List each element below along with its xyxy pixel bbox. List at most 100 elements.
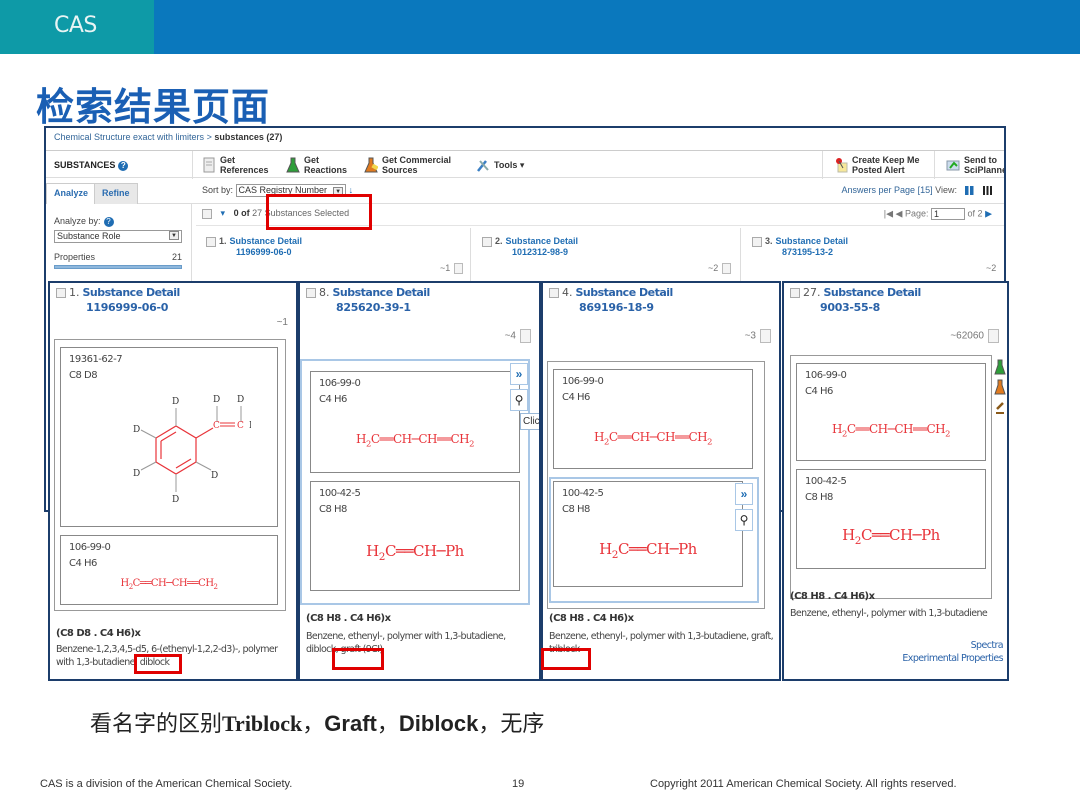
page-input[interactable]: 1: [931, 208, 966, 220]
get-commercial-sources-button[interactable]: Get Commercial Sources: [364, 154, 451, 176]
substance-detail-link[interactable]: Substance Detail: [776, 236, 849, 246]
prev-page-icon[interactable]: ◀: [896, 208, 903, 218]
svg-text:D: D: [172, 397, 179, 407]
pager: |◀ ◀ Page: 1 of 2 ▶: [883, 208, 992, 220]
component-structure[interactable]: 106-99-0 C4 H6 H2C══CH─CH══CH2: [553, 369, 753, 469]
magnifier-icon[interactable]: ⚲: [510, 389, 528, 411]
component-structure[interactable]: 106-99-0 C4 H6 H2C══CH─CH══CH2: [60, 535, 278, 605]
substance-card-1: 1. Substance Detail 1196999-06-0 ~1 19361…: [48, 281, 298, 681]
component-structure[interactable]: 100-42-5 C8 H8 H2C══CH─Ph: [310, 481, 520, 591]
view-three-column-icon[interactable]: [983, 186, 992, 196]
cas-number[interactable]: 1196999-06-0: [86, 301, 180, 314]
toolbar: SUBSTANCES? Get References Get Reactions G…: [46, 150, 1004, 179]
tab-analyze[interactable]: Analyze: [46, 183, 97, 204]
reference-count: ~4: [505, 329, 531, 343]
commercial-sources-icon[interactable]: [994, 379, 1006, 395]
result-checkbox[interactable]: [482, 236, 492, 247]
select-all-checkbox[interactable]: [202, 208, 212, 219]
view-two-column-icon[interactable]: [965, 186, 974, 196]
card-header: 1. Substance Detail 1196999-06-0: [56, 286, 180, 314]
help-icon[interactable]: ?: [103, 217, 114, 227]
cas-number[interactable]: 825620-39-1: [336, 301, 430, 314]
reference-count: ~62060: [950, 329, 999, 343]
card-header: 4. Substance Detail 869196-18-9: [549, 286, 673, 314]
substance-detail-link[interactable]: Substance Detail: [824, 286, 922, 299]
get-reactions-button[interactable]: Get Reactions: [286, 154, 347, 176]
document-icon[interactable]: [988, 329, 999, 343]
result-checkbox[interactable]: [549, 288, 559, 298]
select-menu-chevron-icon[interactable]: ▾: [221, 208, 226, 218]
result-checkbox[interactable]: [306, 288, 316, 298]
tools-menu[interactable]: Tools ▾: [476, 154, 524, 176]
result-checkbox[interactable]: [206, 236, 216, 247]
butadiene-structure: H2C══CH─CH══CH2: [832, 422, 950, 439]
sciplanner-icon: [946, 160, 960, 171]
result-checkbox[interactable]: [752, 236, 762, 247]
result-item: 3. Substance Detail 873195-13-2: [752, 236, 848, 257]
tab-refine[interactable]: Refine: [94, 183, 138, 204]
breadcrumb-current: substances (27): [214, 132, 283, 142]
styrene-structure: H2C══CH─Ph: [599, 540, 697, 561]
substance-card-8: 8. Substance Detail 825620-39-1 ~4 106-99…: [298, 281, 541, 681]
spectra-link[interactable]: Spectra: [971, 640, 1004, 651]
highlight-selection-count: [266, 194, 372, 230]
document-icon[interactable]: [520, 329, 531, 343]
substance-detail-link[interactable]: Substance Detail: [230, 236, 303, 246]
document-icon[interactable]: [722, 263, 732, 275]
deuterated-styrene-structure: D D D D D D D D C C: [133, 395, 251, 505]
send-to-sciplanner-button[interactable]: Send to SciPlanner: [946, 154, 1004, 176]
reference-count: ~1: [440, 263, 464, 275]
slide-title: 检索结果页面: [36, 85, 271, 129]
breadcrumb-query-link[interactable]: Chemical Structure exact with limiters: [54, 132, 204, 142]
substance-detail-link[interactable]: Substance Detail: [83, 286, 181, 299]
document-icon[interactable]: [454, 263, 464, 275]
first-page-icon[interactable]: |◀: [884, 208, 893, 218]
result-item: 2. Substance Detail 1012312-98-9: [482, 236, 578, 257]
component-structure[interactable]: 106-99-0 C4 H6 H2C══CH─CH══CH2: [310, 371, 520, 473]
tools-icon: [477, 160, 489, 172]
substance-detail-link[interactable]: Substance Detail: [506, 236, 579, 246]
experimental-properties-link[interactable]: Experimental Properties: [902, 653, 1003, 664]
substance-card-27: 27. Substance Detail 9003-55-8 ~62060 106…: [782, 281, 1009, 681]
component-structure[interactable]: 100-42-5 C8 H8 H2C══CH─Ph: [553, 481, 743, 587]
expand-icon[interactable]: »: [510, 363, 528, 385]
polymer-formula: (C8 D8 . C4 H6)x: [56, 628, 141, 639]
highlight-triblock: [541, 648, 591, 670]
section-label: SUBSTANCES?: [54, 160, 129, 171]
component-structure[interactable]: 106-99-0 C4 H6 H2C══CH─CH══CH2: [796, 363, 986, 461]
cas-number[interactable]: 869196-18-9: [579, 301, 673, 314]
cas-number[interactable]: 873195-13-2: [782, 247, 848, 257]
polymer-formula: (C8 H8 . C4 H6)x: [306, 613, 391, 624]
footer-organization: CAS is a division of the American Chemic…: [40, 778, 293, 790]
slide-caption: 看名字的区别Triblock，Graft，Diblock，无序: [90, 711, 545, 737]
expand-icon[interactable]: »: [735, 483, 753, 505]
regulatory-gavel-icon[interactable]: [994, 399, 1006, 415]
document-icon[interactable]: [760, 329, 771, 343]
magnifier-icon[interactable]: ⚲: [735, 509, 753, 531]
result-checkbox[interactable]: [790, 288, 800, 298]
svg-text:D: D: [172, 495, 179, 505]
create-alert-button[interactable]: Create Keep Me Posted Alert: [834, 154, 920, 176]
svg-text:C: C: [213, 421, 220, 431]
answers-per-page[interactable]: Answers per Page [15] View:: [842, 185, 992, 196]
substance-detail-link[interactable]: Substance Detail: [333, 286, 431, 299]
substance-detail-link[interactable]: Substance Detail: [576, 286, 674, 299]
butadiene-structure: H2C══CH─CH══CH2: [120, 578, 218, 591]
properties-facet[interactable]: Properties 21: [54, 252, 182, 262]
cas-number[interactable]: 1012312-98-9: [512, 247, 578, 257]
get-references-button[interactable]: Get References: [202, 154, 269, 176]
next-page-icon[interactable]: ▶: [985, 208, 992, 218]
cas-number[interactable]: 9003-55-8: [820, 301, 921, 314]
result-checkbox[interactable]: [56, 288, 66, 298]
cas-number[interactable]: 1196999-06-0: [236, 247, 302, 257]
help-icon[interactable]: ?: [118, 161, 129, 171]
analyze-by-label: Analyze by:?: [54, 216, 114, 227]
highlight-diblock: [134, 654, 182, 674]
svg-text:C: C: [237, 421, 244, 431]
component-structure[interactable]: 100-42-5 C8 H8 H2C══CH─Ph: [796, 469, 986, 569]
footer-copyright: Copyright 2011 American Chemical Society…: [650, 778, 957, 790]
svg-text:D: D: [133, 469, 140, 479]
analyze-by-select[interactable]: Substance Role ▼: [54, 230, 182, 243]
component-structure[interactable]: 19361-62-7 C8 D8 DDDDD DDD CC: [60, 347, 278, 527]
reactions-flask-icon[interactable]: [994, 359, 1006, 375]
